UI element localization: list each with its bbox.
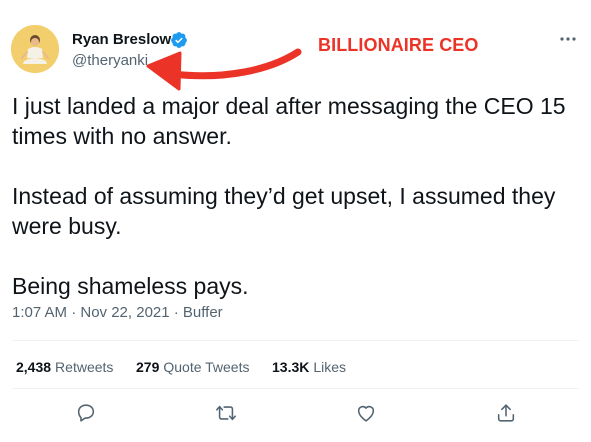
share-icon[interactable]	[495, 402, 517, 424]
quote-tweets-stat[interactable]: 279 Quote Tweets	[136, 357, 250, 377]
avatar-meditating-man-icon	[11, 25, 59, 73]
reply-icon[interactable]	[75, 402, 97, 424]
likes-count: 13.3K	[272, 359, 310, 375]
divider	[12, 388, 579, 389]
divider	[12, 340, 579, 341]
retweets-count: 2,438	[16, 359, 52, 375]
tweet-timestamp[interactable]: 1:07 AM · Nov 22, 2021 · Buffer	[12, 303, 223, 323]
quote-tweets-label: Quote Tweets	[163, 359, 250, 375]
avatar[interactable]	[11, 25, 59, 73]
annotation-label: BILLIONAIRE CEO	[318, 35, 479, 55]
tweet-paragraph: Being shameless pays.	[12, 273, 249, 299]
tweet-text: I just landed a major deal after messagi…	[12, 91, 582, 331]
more-options-icon[interactable]	[556, 31, 580, 47]
tweet-card: Ryan Breslow @theryanki BILLIONAIRE CEO …	[0, 0, 591, 442]
author-display-name[interactable]: Ryan Breslow	[72, 30, 171, 50]
retweets-label: Retweets	[55, 359, 114, 375]
author-handle[interactable]: @theryanki	[72, 51, 148, 71]
like-icon[interactable]	[355, 402, 377, 424]
likes-stat[interactable]: 13.3K Likes	[272, 357, 346, 377]
retweets-stat[interactable]: 2,438 Retweets	[16, 357, 113, 377]
quote-tweets-count: 279	[136, 359, 160, 375]
verified-badge-icon	[171, 32, 187, 48]
retweet-icon[interactable]	[215, 402, 237, 424]
tweet-paragraph: I just landed a major deal after messagi…	[12, 93, 566, 149]
tweet-paragraph: Instead of assuming they’d get upset, I …	[12, 183, 556, 239]
likes-label: Likes	[313, 359, 347, 375]
